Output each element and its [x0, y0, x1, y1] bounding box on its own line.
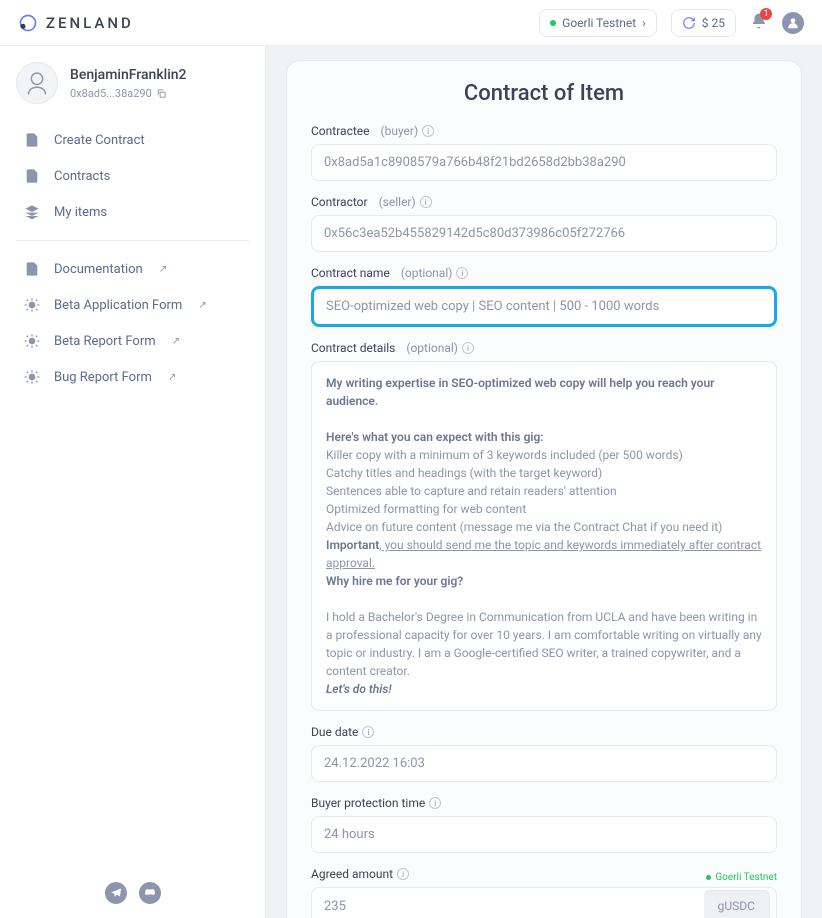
user-icon	[786, 16, 800, 30]
sidebar: BenjaminFranklin2 0x8ad5...38a290 Create…	[0, 46, 266, 918]
info-icon[interactable]: i	[422, 125, 434, 137]
sidebar-footer	[0, 882, 265, 904]
copy-icon[interactable]	[156, 88, 167, 99]
bug-icon	[24, 297, 40, 313]
info-icon[interactable]: i	[429, 797, 441, 809]
due-date-label: Due datei	[311, 725, 777, 739]
refresh-icon	[682, 16, 696, 30]
protection-label: Buyer protection timei	[311, 796, 777, 810]
nav-contracts[interactable]: Contracts	[16, 158, 249, 194]
amount-input[interactable]	[312, 889, 702, 918]
telegram-icon	[110, 887, 122, 899]
balance-chip[interactable]: $ 25	[671, 9, 736, 37]
contractee-input[interactable]	[311, 144, 777, 181]
page-title: Contract of Item	[311, 81, 777, 106]
user-avatar	[16, 62, 58, 104]
info-icon[interactable]: i	[362, 726, 374, 738]
layers-icon	[24, 204, 40, 220]
user-profile[interactable]: BenjaminFranklin2 0x8ad5...38a290	[16, 62, 249, 104]
account-menu[interactable]	[782, 12, 804, 34]
brand-logo[interactable]: ZENLAND	[18, 13, 134, 33]
contract-name-input[interactable]	[311, 286, 777, 327]
info-icon[interactable]: i	[462, 342, 474, 354]
contract-details-text[interactable]: My writing expertise in SEO-optimized we…	[311, 361, 777, 711]
file-plus-icon	[24, 132, 40, 148]
external-link-icon: ↗	[172, 336, 180, 347]
currency-selector[interactable]: gUSDC	[704, 890, 770, 918]
amount-network-tag: Goerli Testnet	[706, 872, 777, 883]
balance-value: $ 25	[702, 16, 725, 30]
app-header: ZENLAND Goerli Testnet › $ 25 1	[0, 0, 822, 46]
contract-form-card: Contract of Item Contractee (buyer)i Con…	[286, 60, 802, 918]
status-dot-icon	[550, 20, 556, 26]
info-icon[interactable]: i	[397, 868, 409, 880]
contractor-input[interactable]	[311, 215, 777, 252]
external-link-icon: ↗	[168, 372, 176, 383]
amount-label: Agreed amounti	[311, 867, 409, 881]
main-content: Contract of Item Contractee (buyer)i Con…	[266, 46, 822, 918]
divider	[16, 240, 249, 241]
notifications-button[interactable]: 1	[750, 12, 768, 34]
zenland-logo-icon	[18, 13, 38, 33]
contract-details-label: Contract details (optional)i	[311, 341, 777, 355]
network-label: Goerli Testnet	[562, 16, 636, 30]
contract-name-label: Contract name (optional)i	[311, 266, 777, 280]
nav-beta-application[interactable]: Beta Application Form↗	[16, 287, 249, 323]
file-icon	[24, 168, 40, 184]
nav-documentation[interactable]: Documentation↗	[16, 251, 249, 287]
telegram-link[interactable]	[105, 882, 127, 904]
nav-beta-report[interactable]: Beta Report Form↗	[16, 323, 249, 359]
discord-link[interactable]	[139, 882, 161, 904]
protection-input[interactable]	[311, 816, 777, 853]
nav-my-items[interactable]: My items	[16, 194, 249, 230]
network-selector[interactable]: Goerli Testnet ›	[539, 9, 657, 37]
brand-name: ZENLAND	[46, 14, 134, 32]
notification-badge: 1	[760, 8, 772, 20]
bug-icon	[24, 333, 40, 349]
discord-icon	[144, 887, 156, 899]
external-link-icon: ↗	[159, 264, 167, 275]
doc-icon	[24, 261, 40, 277]
info-icon[interactable]: i	[420, 196, 432, 208]
contractor-label: Contractor (seller)i	[311, 195, 777, 209]
nav-create-contract[interactable]: Create Contract	[16, 122, 249, 158]
chevron-right-icon: ›	[642, 16, 646, 30]
nav-bug-report[interactable]: Bug Report Form↗	[16, 359, 249, 395]
user-name: BenjaminFranklin2	[70, 67, 187, 83]
contractee-label: Contractee (buyer)i	[311, 124, 777, 138]
due-date-input[interactable]	[311, 745, 777, 782]
external-link-icon: ↗	[198, 300, 206, 311]
user-address: 0x8ad5...38a290	[70, 87, 187, 100]
info-icon[interactable]: i	[456, 267, 468, 279]
bug-icon	[24, 369, 40, 385]
